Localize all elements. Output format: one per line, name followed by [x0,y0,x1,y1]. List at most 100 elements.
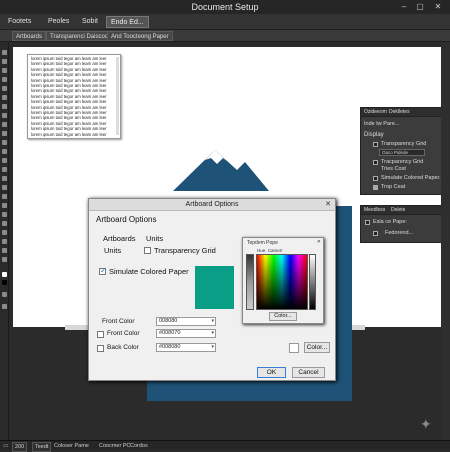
transparency-grid-checkbox[interactable] [144,247,151,254]
symbol-sprayer-tool-icon[interactable] [2,212,7,217]
back-color-checkbox[interactable] [97,345,104,352]
tab-meedloss[interactable]: Meedloss [364,207,385,214]
shape-builder-tool-icon[interactable] [2,167,7,172]
front-color-2-field[interactable]: #008070 ▾ [156,329,216,338]
ok-button[interactable]: OK [257,367,286,378]
stroke-swatch-icon[interactable] [2,280,7,285]
panel-row-trop-ceat: Trop Ceat [381,184,406,190]
chevron-down-icon: ▾ [211,344,214,350]
zoom-tool-icon[interactable] [2,257,7,262]
units-row-label: Units [104,246,122,255]
simulate-paper-checkbox[interactable] [99,266,107,275]
status-item-coocmer-pc: Coocmer PC [99,443,131,449]
artboard-panel-row-2[interactable]: Fedorend... [385,230,413,236]
tab-toocteong-paper[interactable]: And Toocteong Paper [107,31,173,41]
artboard-panel-row-1: Esla ce Pape: [373,219,407,225]
color-picker-title: Tepdem Pope [247,240,278,246]
gradient-tool-icon[interactable] [2,185,7,190]
menu-item-sobit[interactable]: Sobit [78,16,102,28]
dialog-close-button[interactable]: ✕ [323,200,333,210]
eraser-tool-icon[interactable] [2,122,7,127]
display-section-title: Display [364,132,384,138]
color-button[interactable]: Color... [304,342,330,353]
back-color-swatch[interactable] [289,343,299,353]
front-color-value: 008080 [159,318,178,324]
front-color-2-value: #008070 [159,330,181,336]
back-color-field[interactable]: #008080 ▾ [156,343,216,352]
slice-tool-icon[interactable] [2,239,7,244]
pencil-tool-icon[interactable] [2,113,7,118]
line-tool-icon[interactable] [2,86,7,91]
color-spectrum-field[interactable] [256,254,308,310]
front-color-checkbox[interactable] [97,331,104,338]
artboard-panel-checkbox[interactable] [365,220,370,225]
panel-row-input[interactable]: Oaco Pidede [379,149,425,156]
dialog-heading: Artboard Options [96,215,157,224]
tab-artboards[interactable]: Artboards [12,31,47,41]
rectangle-tool-icon[interactable] [2,95,7,100]
panel-row-tracparency-grid: Tracparency Grid [381,159,424,165]
text-frame[interactable]: lorem ipsum toid tegor am leam am leer l… [27,54,121,139]
panel-row-transparency-grid: Transparency Grid [381,141,427,147]
picker-color-button[interactable]: Color... [269,312,297,321]
transparency-grid-toggle[interactable] [373,142,378,147]
maximize-button[interactable]: ▢ [414,2,426,12]
blend-tool-icon[interactable] [2,203,7,208]
screen-mode-icon[interactable] [2,304,7,309]
fill-swatch-icon[interactable] [2,272,7,277]
text-line: lorem ipsum toid tegor am leam am leer [31,131,107,137]
brush-tool-icon[interactable] [2,104,7,109]
direct-selection-tool-icon[interactable] [2,59,7,64]
status-item-teedt[interactable]: Teedt [32,442,52,452]
hand-tool-icon[interactable] [2,248,7,253]
graph-tool-icon[interactable] [2,221,7,226]
artboard-tool-icon[interactable] [2,230,7,235]
type-tool-icon[interactable] [2,77,7,82]
tab-deklletes[interactable]: Deklletes [389,109,410,116]
back-color-value: #008080 [159,344,181,350]
scale-tool-icon[interactable] [2,140,7,145]
free-transform-tool-icon[interactable] [2,158,7,163]
eyedropper-tool-icon[interactable] [2,194,7,199]
status-item-coloser-pame: Coloser Pame [54,443,89,449]
text-line: lorem ipsum toid tegor am leam am leer [31,99,107,105]
close-window-button[interactable]: ✕ [432,2,444,12]
back-color-label: Back Color [107,344,139,351]
canvas-vertical-scrollbar[interactable] [441,42,450,440]
trop-ceat-toggle[interactable] [373,185,378,190]
tab-delete[interactable]: Delete [391,207,405,214]
panel-row-tries-cost: Tries Cost [381,166,406,172]
panel-header[interactable]: Inde tw Pare... [364,121,399,127]
color-picker-label: Hue. Camer! [257,248,283,253]
cancel-button[interactable]: Cancel [292,367,325,378]
mesh-tool-icon[interactable] [2,176,7,181]
color-history-strip[interactable] [246,254,254,310]
rotate-tool-icon[interactable] [2,131,7,136]
selection-tool-icon[interactable] [2,50,7,55]
menu-item-endo[interactable]: Endo Ed... [106,16,149,28]
sparkle-icon: ✦ [420,416,432,432]
brightness-slider[interactable] [309,254,316,310]
status-dropdown-icon[interactable]: ▭ [3,442,8,450]
tab-ozideeom[interactable]: Ozideeom [364,109,387,116]
simulate-paper-toggle[interactable] [373,176,378,181]
zoom-level[interactable]: 200 [12,442,28,452]
front-color-2-label: Front Color [107,330,140,337]
paper-color-swatch[interactable] [195,266,234,309]
tab-transparency[interactable]: Transparenci Daiscoor [46,31,115,41]
units-label: Units [146,234,164,243]
front-color-field[interactable]: 008080 ▾ [156,317,216,326]
warp-tool-icon[interactable] [2,149,7,154]
artboard-panel-tabs: Meedloss Delete [361,206,444,215]
pen-tool-icon[interactable] [2,68,7,73]
mountain-artwork[interactable] [165,148,275,192]
text-frame-scrollbar[interactable] [116,57,119,135]
drawing-mode-icon[interactable] [2,292,7,297]
minimize-button[interactable]: – [398,2,410,12]
tracparency-grid-toggle[interactable] [373,160,378,165]
color-picker-close-button[interactable]: ✕ [317,239,321,245]
menu-item-footets[interactable]: Footets [4,16,35,28]
artboard-panel-checkbox-2[interactable] [373,231,378,236]
menu-item-peoles[interactable]: Peoles [44,16,73,28]
chevron-down-icon: ▾ [211,330,214,336]
